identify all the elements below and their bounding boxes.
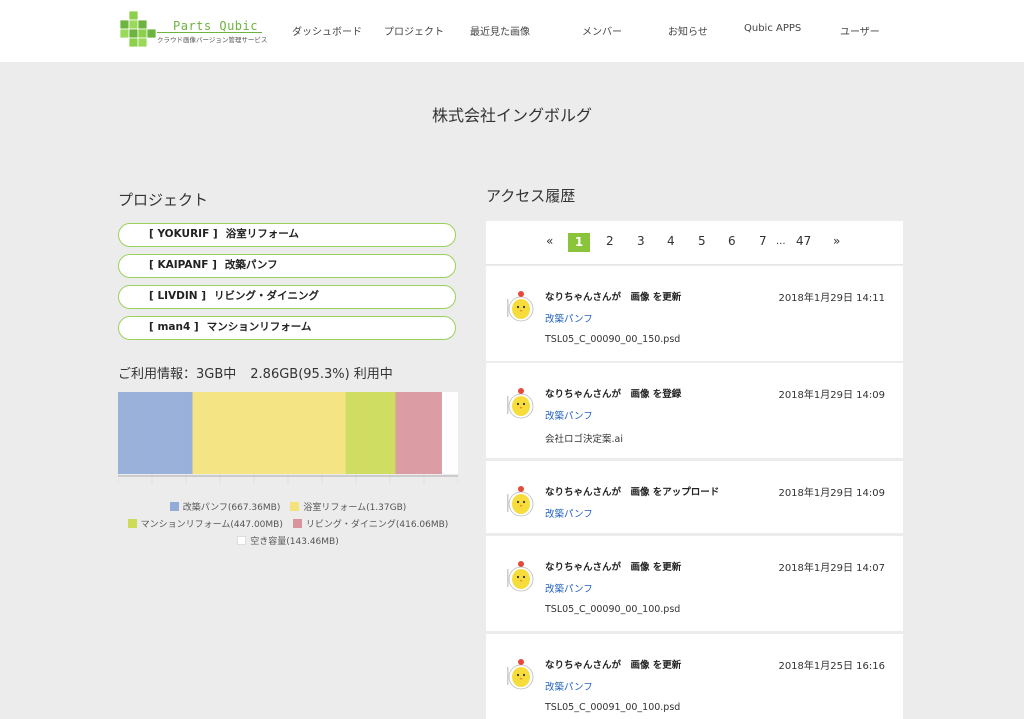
legend-item-livdin: リビング・ダイニング(416.06MB): [292, 517, 449, 530]
nav-dashboard[interactable]: ダッシュボード: [292, 23, 362, 38]
chick-avatar-icon: [507, 291, 534, 322]
entry-action: なりちゃんさんが 画像 を更新: [545, 292, 682, 303]
company-name: 株式会社イングボルグ: [431, 106, 592, 125]
chick-avatar-icon: [507, 659, 534, 690]
chick-avatar-icon: [507, 388, 534, 419]
usage-label: ご利用情報：3GB中: [118, 367, 237, 382]
page-ellipsis: ...: [776, 236, 786, 247]
chart-legend: 改築パンフ(667.36MB) 浴室リフォーム(1.37GB) マンションリフォ…: [118, 498, 458, 549]
project-name: マンションリフォーム: [206, 321, 312, 333]
nav-user[interactable]: ユーザー: [840, 23, 880, 38]
logo-subtitle: クラウド画像バージョン管理サービス: [157, 36, 268, 44]
project-name: 改築パンフ: [224, 259, 278, 271]
page-next[interactable]: »: [833, 234, 840, 248]
legend-swatch: [290, 502, 300, 511]
nav-members[interactable]: メンバー: [582, 23, 622, 38]
entry-file-name: 会社ロゴ決定案.ai: [545, 434, 623, 445]
legend-swatch: [169, 502, 179, 511]
legend-item-free-space: 空き容量(143.46MB): [237, 534, 339, 547]
legend-item-kaipanf: 改築パンフ(667.36MB): [169, 500, 281, 513]
history-entry: なりちゃんさんが 画像 をアップロード 2018年1月29日 14:09 改築パ…: [486, 461, 903, 533]
project-code: [ LIVDIN ]: [149, 290, 207, 302]
entry-timestamp: 2018年1月29日 14:07: [778, 563, 885, 574]
entry-project-link[interactable]: 改築パンフ: [545, 581, 593, 595]
usage-bar-segment-1: [192, 392, 346, 474]
project-item-man4[interactable]: [ man4 ] マンションリフォーム: [118, 316, 456, 340]
entry-timestamp: 2018年1月29日 14:09: [778, 390, 885, 401]
legend-label: 浴室リフォーム(1.37GB): [303, 503, 407, 513]
history-entry: なりちゃんさんが 画像 を更新 2018年1月29日 14:07 改築パンフ T…: [486, 536, 903, 631]
pagination: « 1 2 3 4 5 6 7 ... 47 »: [486, 221, 903, 265]
legend-swatch: [292, 519, 302, 528]
legend-label: マンションリフォーム(447.00MB): [140, 520, 283, 530]
project-item-kaipanf[interactable]: [ KAIPANF ] 改築パンフ: [118, 254, 456, 278]
entry-timestamp: 2018年1月25日 16:16: [778, 661, 885, 672]
storage-usage-chart: [118, 392, 458, 484]
cube-logo-icon: [119, 11, 157, 48]
project-name: 浴室リフォーム: [225, 228, 299, 240]
logo-title: Parts Qubic: [173, 19, 258, 33]
chick-avatar-icon: [507, 561, 534, 592]
parts-qubic-logo[interactable]: Parts Qubic クラウド画像バージョン管理サービス: [117, 11, 267, 51]
usage-bar-segment-4: [441, 392, 458, 474]
project-code: [ KAIPANF ]: [149, 259, 217, 271]
entry-project-link[interactable]: 改築パンフ: [545, 408, 593, 422]
top-header: Parts Qubic クラウド画像バージョン管理サービス ダッシュボード プロ…: [0, 0, 1024, 62]
legend-label: 改築パンフ(667.36MB): [182, 503, 281, 513]
page-2[interactable]: 2: [606, 234, 614, 248]
nav-qubic-apps[interactable]: Qubic APPS: [744, 23, 801, 34]
entry-project-link[interactable]: 改築パンフ: [545, 506, 593, 520]
nav-recent-images[interactable]: 最近見た画像: [470, 23, 530, 38]
page-47[interactable]: 47: [796, 234, 811, 248]
entry-file-name: TSL05_C_00090_00_100.psd: [545, 604, 681, 615]
history-heading: アクセス履歴: [486, 187, 576, 205]
usage-bar-segment-2: [345, 392, 396, 474]
history-entry: なりちゃんさんが 画像 を登録 2018年1月29日 14:09 改築パンフ 会…: [486, 363, 903, 458]
project-item-livdin[interactable]: [ LIVDIN ] リビング・ダイニング: [118, 285, 456, 309]
page-7[interactable]: 7: [759, 234, 767, 248]
logo-underline: [157, 32, 262, 33]
entry-action: なりちゃんさんが 画像 をアップロード: [545, 487, 720, 498]
nav-projects[interactable]: プロジェクト: [384, 23, 444, 38]
entry-project-link[interactable]: 改築パンフ: [545, 679, 593, 693]
usage-info: ご利用情報：3GB中 2.86GB(95.3%) 利用中: [118, 363, 393, 382]
page-4[interactable]: 4: [667, 234, 675, 248]
usage-used: 2.86GB(95.3%) 利用中: [250, 367, 393, 382]
legend-swatch: [127, 519, 137, 528]
legend-label: リビング・ダイニング(416.06MB): [305, 520, 449, 530]
nav-notices[interactable]: お知らせ: [668, 23, 708, 38]
usage-bar-segment-3: [395, 392, 442, 474]
page-3[interactable]: 3: [637, 234, 645, 248]
project-name: リビング・ダイニング: [214, 290, 320, 302]
projects-heading: プロジェクト: [118, 191, 209, 209]
legend-label: 空き容量(143.46MB): [250, 537, 339, 547]
entry-project-link[interactable]: 改築パンフ: [545, 311, 593, 325]
legend-item-man4: マンションリフォーム(447.00MB): [127, 517, 283, 530]
legend-item-yokurif: 浴室リフォーム(1.37GB): [290, 500, 406, 513]
history-entry: なりちゃんさんが 画像 を更新 2018年1月25日 16:16 改築パンフ T…: [486, 634, 903, 719]
legend-swatch: [237, 536, 247, 545]
entry-file-name: TSL05_C_00090_00_150.psd: [545, 334, 681, 345]
entry-action: なりちゃんさんが 画像 を登録: [545, 389, 682, 400]
entry-file-name: TSL05_C_00091_00_100.psd: [545, 702, 681, 713]
page-1[interactable]: 1: [568, 233, 590, 252]
entry-action: なりちゃんさんが 画像 を更新: [545, 562, 682, 573]
chick-avatar-icon: [507, 486, 534, 517]
page-prev[interactable]: «: [546, 234, 553, 248]
access-history-panel: « 1 2 3 4 5 6 7 ... 47 » なりちゃんさんが 画像 を更新…: [486, 221, 903, 719]
project-code: [ YOKURIF ]: [149, 228, 218, 240]
entry-timestamp: 2018年1月29日 14:11: [778, 293, 885, 304]
usage-bar-segment-0: [118, 392, 193, 474]
page-6[interactable]: 6: [728, 234, 736, 248]
entry-timestamp: 2018年1月29日 14:09: [778, 488, 885, 499]
project-code: [ man4 ]: [149, 321, 199, 333]
project-item-yokurif[interactable]: [ YOKURIF ] 浴室リフォーム: [118, 223, 456, 247]
history-entry: なりちゃんさんが 画像 を更新 2018年1月29日 14:11 改築パンフ T…: [486, 266, 903, 361]
page-5[interactable]: 5: [698, 234, 706, 248]
entry-action: なりちゃんさんが 画像 を更新: [545, 660, 682, 671]
